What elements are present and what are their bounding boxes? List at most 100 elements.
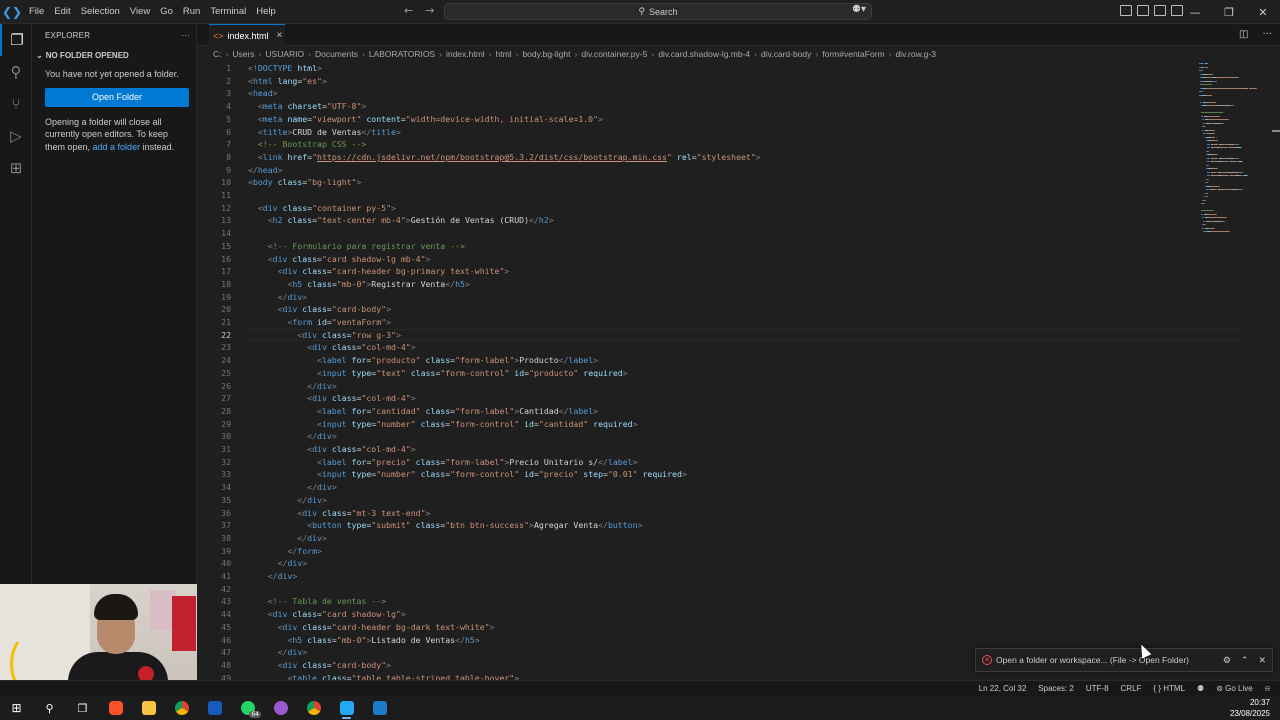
code-line[interactable]: 9 </head> <box>197 164 1197 177</box>
breadcrumb-item[interactable]: form#ventaForm <box>822 49 884 59</box>
code-line[interactable]: 32 <label for="precio" class="form-label… <box>197 456 1197 469</box>
code-line[interactable]: 18 <h5 class="mb-0">Registrar Venta</h5> <box>197 278 1197 291</box>
code-line[interactable]: 14 <box>197 227 1197 240</box>
code-line[interactable]: 40 </div> <box>197 557 1197 570</box>
minimap[interactable] <box>1195 61 1267 261</box>
source-control-icon[interactable]: ⑂ <box>0 88 32 120</box>
maximize-icon[interactable]: ❐ <box>1212 0 1246 24</box>
code-line[interactable]: 10 <body class="bg-light"> <box>197 176 1197 189</box>
chrome-profile-icon[interactable] <box>297 696 330 720</box>
status-encoding[interactable]: UTF-8 <box>1086 684 1109 693</box>
code-line[interactable]: 2 <html lang="es"> <box>197 75 1197 88</box>
code-line[interactable]: 11 <box>197 189 1197 202</box>
run-debug-icon[interactable]: ▷ <box>0 120 32 152</box>
code-line[interactable]: 45 <div class="card-header bg-dark text-… <box>197 621 1197 634</box>
file-explorer-icon[interactable] <box>132 696 165 720</box>
code-line[interactable]: 36 <div class="mt-3 text-end"> <box>197 507 1197 520</box>
menu-edit[interactable]: Edit <box>49 6 75 17</box>
no-folder-section[interactable]: ⌄ NO FOLDER OPENED <box>32 46 196 64</box>
whatsapp-icon[interactable]: 64 <box>231 696 264 720</box>
code-line[interactable]: 31 <div class="col-md-4"> <box>197 443 1197 456</box>
menu-terminal[interactable]: Terminal <box>205 6 251 17</box>
vscode-taskbar-icon[interactable] <box>330 696 363 720</box>
code-editor[interactable]: 1 <!DOCTYPE html> 2 <html lang="es"> 3 <head>… <box>197 61 1280 681</box>
close-tab-icon[interactable]: × <box>277 30 283 41</box>
menu-go[interactable]: Go <box>155 6 178 17</box>
toggle-sidebar-icon[interactable] <box>1137 5 1149 16</box>
breadcrumb-item[interactable]: div.container.py-5 <box>581 49 647 59</box>
code-line[interactable]: 33 <input type="number" class="form-cont… <box>197 468 1197 481</box>
menu-run[interactable]: Run <box>178 6 205 17</box>
breadcrumb-item[interactable]: LABORATORIOS <box>369 49 435 59</box>
tab-index-html[interactable]: <> index.html × <box>209 24 285 46</box>
code-line[interactable]: 27 <div class="col-md-4"> <box>197 392 1197 405</box>
breadcrumb-item[interactable]: div.card-body <box>761 49 811 59</box>
arrow-left-icon[interactable]: ← <box>404 4 413 17</box>
code-line[interactable]: 37 <button type="submit" class="btn btn-… <box>197 519 1197 532</box>
copilot-status-icon[interactable]: ⚉ <box>1197 684 1204 693</box>
code-line[interactable]: 6 <title>CRUD de Ventas</title> <box>197 126 1197 139</box>
chevron-up-icon[interactable]: ⌃ <box>1241 655 1249 666</box>
breadcrumb-item[interactable]: html <box>496 49 512 59</box>
task-view-icon[interactable]: ❐ <box>66 696 99 720</box>
code-line[interactable]: 23 <div class="col-md-4"> <box>197 341 1197 354</box>
customize-layout-icon[interactable] <box>1120 5 1132 16</box>
code-line[interactable]: 15 <!-- Formulario para registrar venta … <box>197 240 1197 253</box>
menu-help[interactable]: Help <box>251 6 281 17</box>
code-line[interactable]: 16 <div class="card shadow-lg mb-4"> <box>197 253 1197 266</box>
code-line[interactable]: 7 <!-- Bootstrap CSS --> <box>197 138 1197 151</box>
brave-browser-icon[interactable] <box>99 696 132 720</box>
code-line[interactable]: 13 <h2 class="text-center mb-4">Gestión … <box>197 214 1197 227</box>
command-center-search[interactable]: ⚲ Search <box>444 3 872 20</box>
code-line[interactable]: 8 <link href="https://cdn.jsdelivr.net/n… <box>197 151 1197 164</box>
status-language-item[interactable]: { } HTML <box>1153 684 1185 693</box>
minimize-icon[interactable]: — <box>1178 0 1212 24</box>
search-view-icon[interactable]: ⚲ <box>0 56 32 88</box>
code-line[interactable]: 39 </form> <box>197 545 1197 558</box>
breadcrumb-item[interactable]: Users <box>232 49 254 59</box>
menu-view[interactable]: View <box>125 6 155 17</box>
code-line[interactable]: 41 </div> <box>197 570 1197 583</box>
breadcrumb-item[interactable]: USUARIO <box>265 49 304 59</box>
menu-selection[interactable]: Selection <box>76 6 125 17</box>
code-line[interactable]: 30 </div> <box>197 430 1197 443</box>
menu-file[interactable]: File <box>24 6 49 17</box>
close-icon[interactable]: ✕ <box>1258 655 1266 666</box>
breadcrumb-item[interactable]: Documents <box>315 49 358 59</box>
code-line[interactable]: 20 <div class="card-body"> <box>197 303 1197 316</box>
more-actions-icon[interactable]: ··· <box>181 31 190 40</box>
status-eol[interactable]: CRLF <box>1121 684 1142 693</box>
breadcrumb-item[interactable]: div.card.shadow-lg.mb-4 <box>658 49 750 59</box>
arrow-right-icon[interactable]: → <box>425 4 434 17</box>
code-line[interactable]: 42 <box>197 583 1197 596</box>
code-line[interactable]: 35 </div> <box>197 494 1197 507</box>
code-line[interactable]: 1 <!DOCTYPE html> <box>197 62 1197 75</box>
code-line[interactable]: 21 <form id="ventaForm"> <box>197 316 1197 329</box>
vscode-alt-taskbar-icon[interactable] <box>363 696 396 720</box>
breadcrumb-item[interactable]: C: <box>213 49 222 59</box>
breadcrumb-item[interactable]: body.bg-light <box>522 49 570 59</box>
split-editor-icon[interactable]: ◫ <box>1239 29 1248 40</box>
extensions-icon[interactable]: ⊞ <box>0 152 32 184</box>
taskbar-search-icon[interactable]: ⚲ <box>33 696 66 720</box>
scrollbar[interactable] <box>1272 130 1280 132</box>
breadcrumb-item[interactable]: div.row.g-3 <box>895 49 935 59</box>
open-folder-button[interactable]: Open Folder <box>45 87 189 107</box>
word-icon[interactable] <box>198 696 231 720</box>
chrome-icon[interactable] <box>165 696 198 720</box>
code-line[interactable]: 12 <div class="container py-5"> <box>197 202 1197 215</box>
code-line[interactable]: 28 <label for="cantidad" class="form-lab… <box>197 405 1197 418</box>
code-line[interactable]: 43 <!-- Tabla de ventas --> <box>197 595 1197 608</box>
code-line[interactable]: 4 <meta charset="UTF-8"> <box>197 100 1197 113</box>
code-line[interactable]: 17 <div class="card-header bg-primary te… <box>197 265 1197 278</box>
code-line[interactable]: 34 </div> <box>197 481 1197 494</box>
code-line[interactable]: 5 <meta name="viewport" content="width=d… <box>197 113 1197 126</box>
gear-icon[interactable]: ⚙ <box>1223 655 1231 666</box>
code-line[interactable]: 3 <head> <box>197 87 1197 100</box>
code-line[interactable]: 24 <label for="producto" class="form-lab… <box>197 354 1197 367</box>
notifications-bell-icon[interactable]: ⍾ <box>1265 684 1270 694</box>
code-line[interactable]: 46 <h5 class="mb-0">Listado de Ventas</h… <box>197 634 1197 647</box>
code-line[interactable]: 25 <input type="text" class="form-contro… <box>197 367 1197 380</box>
code-line[interactable]: 19 </div> <box>197 291 1197 304</box>
close-window-icon[interactable]: ✕ <box>1246 0 1280 24</box>
